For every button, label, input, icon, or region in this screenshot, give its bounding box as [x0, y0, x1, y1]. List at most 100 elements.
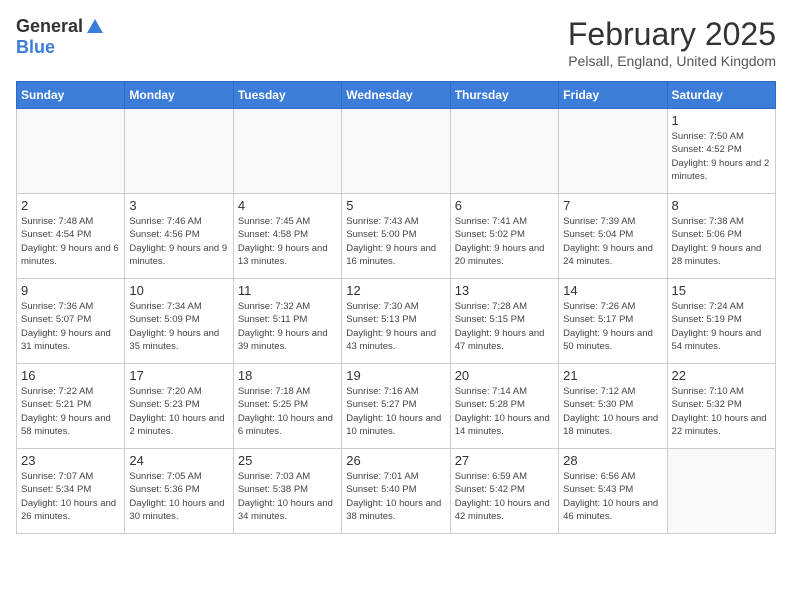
- month-title: February 2025: [568, 16, 776, 53]
- day-cell-16: 16Sunrise: 7:22 AM Sunset: 5:21 PM Dayli…: [17, 364, 125, 449]
- day-number-5: 5: [346, 198, 445, 213]
- day-number-3: 3: [129, 198, 228, 213]
- day-number-14: 14: [563, 283, 662, 298]
- day-cell-1: 1 Sunrise: 7:50 AM Sunset: 4:52 PM Daylig…: [667, 109, 775, 194]
- col-wednesday: Wednesday: [342, 82, 450, 109]
- day-cell-4: 4 Sunrise: 7:45 AM Sunset: 4:58 PM Daylig…: [233, 194, 341, 279]
- day-info-24: Sunrise: 7:05 AM Sunset: 5:36 PM Dayligh…: [129, 470, 228, 523]
- empty-cell: [559, 109, 667, 194]
- day-cell-10: 10 Sunrise: 7:34 AM Sunset: 5:09 PM Dayli…: [125, 279, 233, 364]
- day-info-11: Sunrise: 7:32 AM Sunset: 5:11 PM Dayligh…: [238, 300, 337, 353]
- day-info-7: Sunrise: 7:39 AM Sunset: 5:04 PM Dayligh…: [563, 215, 662, 268]
- page-header: General Blue February 2025 Pelsall, Engl…: [16, 16, 776, 69]
- col-saturday: Saturday: [667, 82, 775, 109]
- day-cell-8: 8 Sunrise: 7:38 AM Sunset: 5:06 PM Daylig…: [667, 194, 775, 279]
- day-cell-6: 6 Sunrise: 7:41 AM Sunset: 5:02 PM Daylig…: [450, 194, 558, 279]
- day-number-13: 13: [455, 283, 554, 298]
- day-info-12: Sunrise: 7:30 AM Sunset: 5:13 PM Dayligh…: [346, 300, 445, 353]
- col-friday: Friday: [559, 82, 667, 109]
- logo-blue-text: Blue: [16, 37, 55, 58]
- logo-icon: [85, 17, 105, 37]
- logo-general-text: General: [16, 16, 83, 37]
- day-cell-21: 21 Sunrise: 7:12 AM Sunset: 5:30 PM Dayli…: [559, 364, 667, 449]
- day-cell-26: 26Sunrise: 7:01 AM Sunset: 5:40 PM Dayli…: [342, 449, 450, 534]
- day-cell-25: 25Sunrise: 7:03 AM Sunset: 5:38 PM Dayli…: [233, 449, 341, 534]
- day-number-4: 4: [238, 198, 337, 213]
- day-cell-18: 18 Sunrise: 7:18 AM Sunset: 5:25 PM Dayli…: [233, 364, 341, 449]
- day-info-28: Sunrise: 6:56 AM Sunset: 5:43 PM Dayligh…: [563, 470, 662, 523]
- empty-cell: [125, 109, 233, 194]
- col-monday: Monday: [125, 82, 233, 109]
- day-info-2: Sunrise: 7:48 AM Sunset: 4:54 PM Dayligh…: [21, 215, 120, 268]
- empty-cell: [233, 109, 341, 194]
- calendar-row-2: 2 Sunrise: 7:48 AM Sunset: 4:54 PM Daylig…: [17, 194, 776, 279]
- day-cell-14: 14 Sunrise: 7:26 AM Sunset: 5:17 PM Dayli…: [559, 279, 667, 364]
- day-number-20: 20: [455, 368, 554, 383]
- day-cell-22: 22 Sunrise: 7:10 AM Sunset: 5:32 PM Dayli…: [667, 364, 775, 449]
- day-cell-27: 27 Sunrise: 6:59 AM Sunset: 5:42 PM Dayli…: [450, 449, 558, 534]
- day-cell-7: 7 Sunrise: 7:39 AM Sunset: 5:04 PM Daylig…: [559, 194, 667, 279]
- day-info-17: Sunrise: 7:20 AM Sunset: 5:23 PM Dayligh…: [129, 385, 228, 438]
- day-info-8: Sunrise: 7:38 AM Sunset: 5:06 PM Dayligh…: [672, 215, 771, 268]
- calendar-header-row: Sunday Monday Tuesday Wednesday Thursday…: [17, 82, 776, 109]
- location: Pelsall, England, United Kingdom: [568, 53, 776, 69]
- day-info-1: Sunrise: 7:50 AM Sunset: 4:52 PM Dayligh…: [672, 130, 771, 183]
- day-cell-19: 19Sunrise: 7:16 AM Sunset: 5:27 PM Dayli…: [342, 364, 450, 449]
- day-number-17: 17: [129, 368, 228, 383]
- day-cell-28: 28 Sunrise: 6:56 AM Sunset: 5:43 PM Dayli…: [559, 449, 667, 534]
- day-number-9: 9: [21, 283, 120, 298]
- day-number-8: 8: [672, 198, 771, 213]
- day-cell-3: 3Sunrise: 7:46 AM Sunset: 4:56 PM Daylig…: [125, 194, 233, 279]
- day-number-11: 11: [238, 283, 337, 298]
- col-thursday: Thursday: [450, 82, 558, 109]
- day-number-6: 6: [455, 198, 554, 213]
- day-info-26: Sunrise: 7:01 AM Sunset: 5:40 PM Dayligh…: [346, 470, 445, 523]
- day-number-10: 10: [129, 283, 228, 298]
- day-number-28: 28: [563, 453, 662, 468]
- day-cell-5: 5 Sunrise: 7:43 AM Sunset: 5:00 PM Daylig…: [342, 194, 450, 279]
- calendar-row-3: 9 Sunrise: 7:36 AM Sunset: 5:07 PM Daylig…: [17, 279, 776, 364]
- day-info-23: Sunrise: 7:07 AM Sunset: 5:34 PM Dayligh…: [21, 470, 120, 523]
- day-info-15: Sunrise: 7:24 AM Sunset: 5:19 PM Dayligh…: [672, 300, 771, 353]
- logo: General Blue: [16, 16, 105, 58]
- day-info-6: Sunrise: 7:41 AM Sunset: 5:02 PM Dayligh…: [455, 215, 554, 268]
- day-number-24: 24: [129, 453, 228, 468]
- col-tuesday: Tuesday: [233, 82, 341, 109]
- day-info-14: Sunrise: 7:26 AM Sunset: 5:17 PM Dayligh…: [563, 300, 662, 353]
- day-info-25: Sunrise: 7:03 AM Sunset: 5:38 PM Dayligh…: [238, 470, 337, 523]
- day-info-13: Sunrise: 7:28 AM Sunset: 5:15 PM Dayligh…: [455, 300, 554, 353]
- day-info-18: Sunrise: 7:18 AM Sunset: 5:25 PM Dayligh…: [238, 385, 337, 438]
- day-info-22: Sunrise: 7:10 AM Sunset: 5:32 PM Dayligh…: [672, 385, 771, 438]
- day-info-27: Sunrise: 6:59 AM Sunset: 5:42 PM Dayligh…: [455, 470, 554, 523]
- day-info-4: Sunrise: 7:45 AM Sunset: 4:58 PM Dayligh…: [238, 215, 337, 268]
- day-number-18: 18: [238, 368, 337, 383]
- calendar-row-4: 16Sunrise: 7:22 AM Sunset: 5:21 PM Dayli…: [17, 364, 776, 449]
- day-info-16: Sunrise: 7:22 AM Sunset: 5:21 PM Dayligh…: [21, 385, 120, 438]
- day-info-21: Sunrise: 7:12 AM Sunset: 5:30 PM Dayligh…: [563, 385, 662, 438]
- day-info-9: Sunrise: 7:36 AM Sunset: 5:07 PM Dayligh…: [21, 300, 120, 353]
- day-number-21: 21: [563, 368, 662, 383]
- day-number-15: 15: [672, 283, 771, 298]
- day-cell-24: 24 Sunrise: 7:05 AM Sunset: 5:36 PM Dayli…: [125, 449, 233, 534]
- day-number-19: 19: [346, 368, 445, 383]
- day-number-12: 12: [346, 283, 445, 298]
- day-info-5: Sunrise: 7:43 AM Sunset: 5:00 PM Dayligh…: [346, 215, 445, 268]
- calendar-row-5: 23 Sunrise: 7:07 AM Sunset: 5:34 PM Dayli…: [17, 449, 776, 534]
- day-cell-15: 15 Sunrise: 7:24 AM Sunset: 5:19 PM Dayli…: [667, 279, 775, 364]
- day-cell-12: 12 Sunrise: 7:30 AM Sunset: 5:13 PM Dayli…: [342, 279, 450, 364]
- day-number-23: 23: [21, 453, 120, 468]
- day-number-22: 22: [672, 368, 771, 383]
- day-cell-20: 20 Sunrise: 7:14 AM Sunset: 5:28 PM Dayli…: [450, 364, 558, 449]
- day-cell-11: 11 Sunrise: 7:32 AM Sunset: 5:11 PM Dayli…: [233, 279, 341, 364]
- day-cell-2: 2 Sunrise: 7:48 AM Sunset: 4:54 PM Daylig…: [17, 194, 125, 279]
- day-cell-13: 13 Sunrise: 7:28 AM Sunset: 5:15 PM Dayli…: [450, 279, 558, 364]
- day-number-2: 2: [21, 198, 120, 213]
- day-info-20: Sunrise: 7:14 AM Sunset: 5:28 PM Dayligh…: [455, 385, 554, 438]
- day-number-1: 1: [672, 113, 771, 128]
- col-sunday: Sunday: [17, 82, 125, 109]
- day-cell-9: 9 Sunrise: 7:36 AM Sunset: 5:07 PM Daylig…: [17, 279, 125, 364]
- day-number-7: 7: [563, 198, 662, 213]
- day-info-10: Sunrise: 7:34 AM Sunset: 5:09 PM Dayligh…: [129, 300, 228, 353]
- empty-cell: [450, 109, 558, 194]
- day-number-27: 27: [455, 453, 554, 468]
